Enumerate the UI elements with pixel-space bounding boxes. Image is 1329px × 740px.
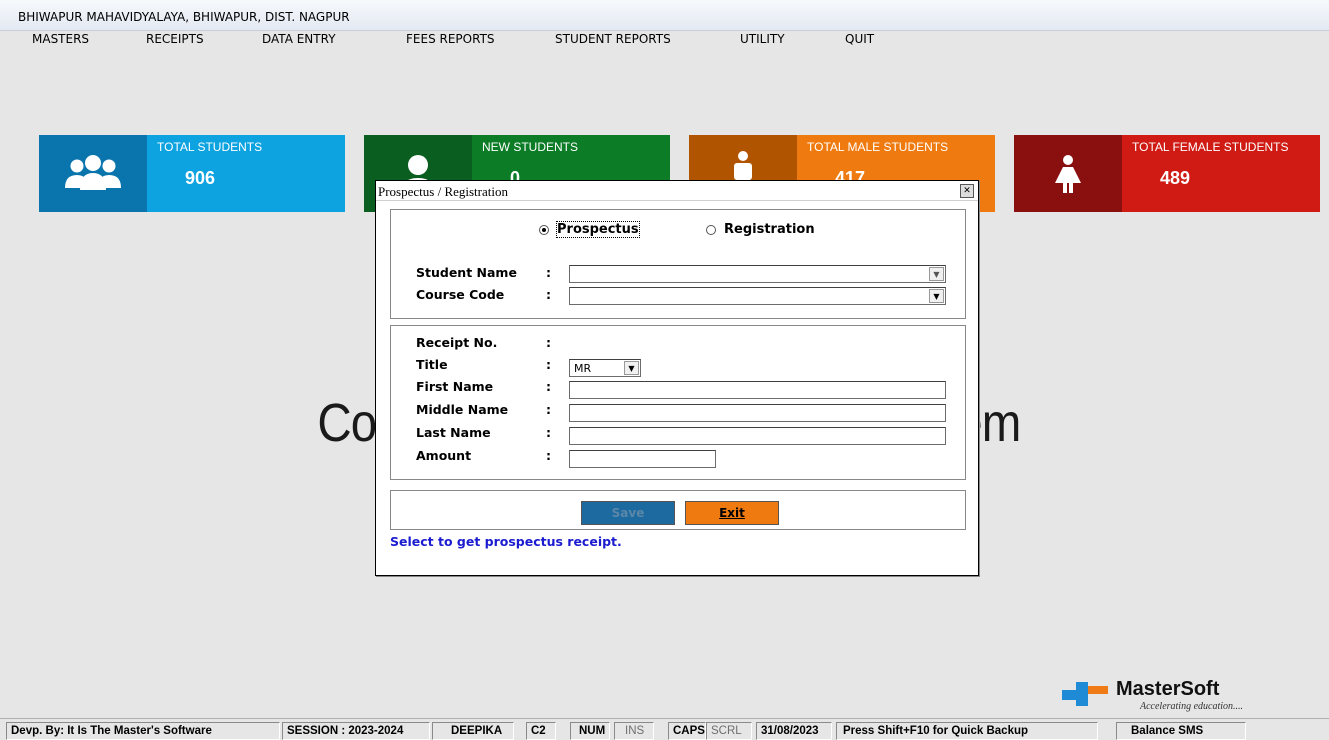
status-ins: INS	[614, 722, 654, 740]
radio-registration[interactable]: Registration	[706, 222, 815, 237]
first-name-input[interactable]	[569, 381, 946, 399]
chevron-down-icon[interactable]: ▼	[624, 361, 639, 375]
prospectus-registration-dialog: Prospectus / Registration ✕ Prospectus R…	[375, 180, 979, 576]
menu-utility[interactable]: UTILITY	[740, 32, 785, 46]
card-label: TOTAL STUDENTS	[157, 140, 263, 154]
actions-group	[390, 490, 966, 530]
menu-quit[interactable]: QUIT	[845, 32, 874, 46]
amount-label: Amount	[416, 448, 472, 463]
status-session: SESSION : 2023-2024	[282, 722, 430, 740]
title-value: MR	[574, 362, 592, 375]
card-label: NEW STUDENTS	[482, 140, 578, 154]
dialog-title: Prospectus / Registration	[378, 184, 508, 199]
exit-button[interactable]: Exit	[685, 501, 779, 525]
menu-masters[interactable]: MASTERS	[32, 32, 89, 46]
female-icon	[1014, 135, 1122, 212]
save-button[interactable]: Save	[581, 501, 675, 525]
status-bar: Devp. By: It Is The Master's Software SE…	[0, 718, 1329, 740]
title-label: Title	[416, 357, 448, 372]
title-select[interactable]: MR ▼	[569, 359, 641, 377]
middle-name-input[interactable]	[569, 404, 946, 422]
course-code-combo[interactable]: ▼	[569, 287, 946, 305]
status-backup-hint: Press Shift+F10 for Quick Backup	[836, 722, 1098, 740]
card-female-students[interactable]: TOTAL FEMALE STUDENTS 489	[1014, 135, 1320, 212]
radio-prospectus[interactable]: Prospectus	[539, 221, 640, 238]
menu-student-reports[interactable]: STUDENT REPORTS	[555, 32, 671, 46]
status-scrl: SCRL	[706, 722, 752, 740]
logo-tagline: Accelerating education....	[1140, 701, 1244, 712]
menu-data-entry[interactable]: DATA ENTRY	[262, 32, 336, 46]
hint-text: Select to get prospectus receipt.	[390, 534, 622, 549]
card-label: TOTAL MALE STUDENTS	[807, 140, 949, 154]
status-num: NUM	[570, 722, 610, 740]
status-c2: C2	[526, 722, 556, 740]
mastersoft-logo: MasterSoft Accelerating education....	[1058, 676, 1278, 716]
course-code-label: Course Code	[416, 287, 505, 302]
menu-fees-reports[interactable]: FEES REPORTS	[406, 32, 495, 46]
chevron-down-icon[interactable]: ▼	[929, 267, 944, 281]
chevron-down-icon[interactable]: ▼	[929, 289, 944, 303]
card-value: 906	[185, 168, 216, 188]
card-value: 489	[1160, 168, 1191, 188]
dialog-titlebar: Prospectus / Registration ✕	[376, 181, 978, 201]
middle-name-label: Middle Name	[416, 402, 509, 417]
logo-icon	[1062, 682, 1108, 706]
card-label: TOTAL FEMALE STUDENTS	[1132, 140, 1289, 154]
users-group-icon	[39, 135, 147, 212]
menu-receipts[interactable]: RECEIPTS	[146, 32, 204, 46]
status-date: 31/08/2023	[756, 722, 832, 740]
last-name-label: Last Name	[416, 425, 491, 440]
radio-unchecked-icon	[706, 224, 716, 235]
status-user: DEEPIKA	[432, 722, 514, 740]
status-caps: CAPS	[668, 722, 706, 740]
status-developer: Devp. By: It Is The Master's Software	[6, 722, 280, 740]
receipt-no-label: Receipt No.	[416, 335, 498, 350]
radio-checked-icon	[539, 224, 549, 235]
app-title: BHIWAPUR MAHAVIDYALAYA, BHIWAPUR, DIST. …	[18, 10, 350, 24]
close-icon[interactable]: ✕	[960, 184, 974, 198]
last-name-input[interactable]	[569, 427, 946, 445]
student-name-label: Student Name	[416, 265, 517, 280]
first-name-label: First Name	[416, 379, 494, 394]
app-titlebar: BHIWAPUR MAHAVIDYALAYA, BHIWAPUR, DIST. …	[0, 0, 1329, 31]
student-name-combo[interactable]: ▼	[569, 265, 946, 283]
amount-input[interactable]	[569, 450, 716, 468]
card-total-students[interactable]: TOTAL STUDENTS 906	[39, 135, 345, 212]
status-balance-sms[interactable]: Balance SMS	[1116, 722, 1246, 740]
logo-name: MasterSoft	[1116, 678, 1220, 700]
